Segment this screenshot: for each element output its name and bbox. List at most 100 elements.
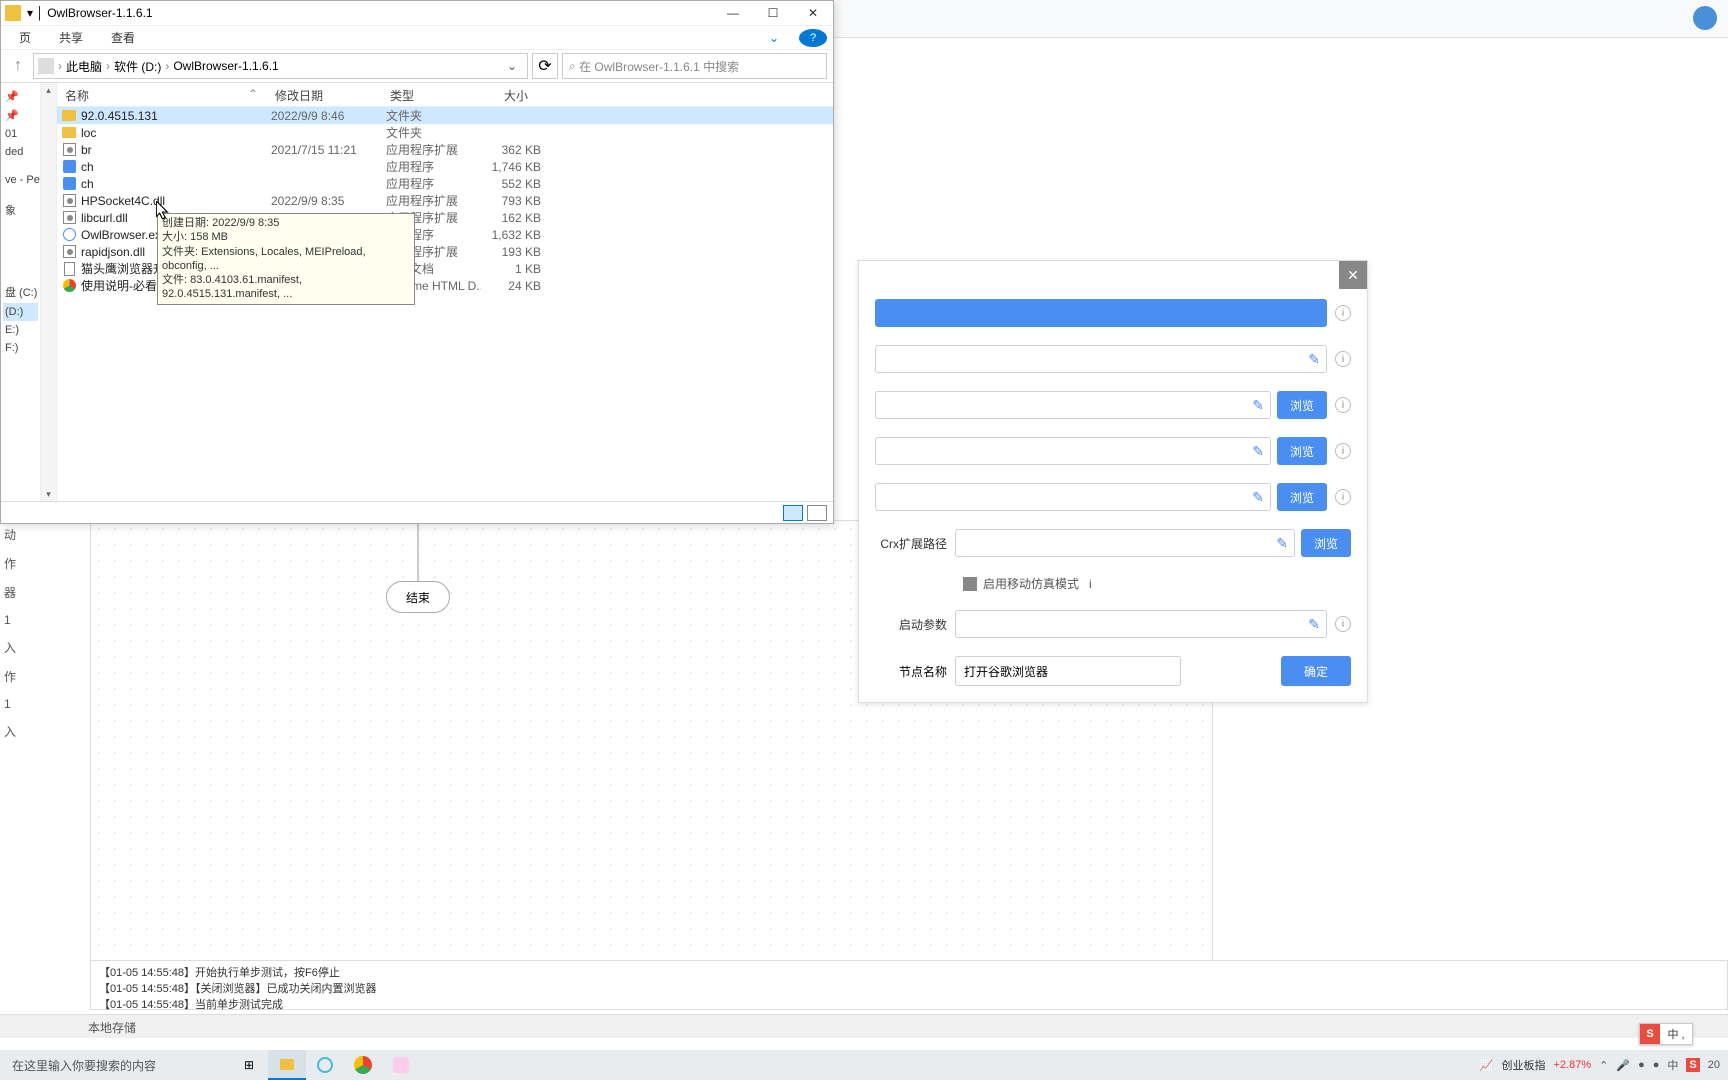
tray-ime-lang[interactable]: 中: [1667, 1057, 1678, 1073]
tree-item[interactable]: F:): [3, 339, 38, 357]
search-placeholder: 在 OwlBrowser-1.1.6.1 中搜索: [579, 58, 739, 75]
task-view-icon[interactable]: ⊞: [230, 1050, 268, 1080]
info-icon[interactable]: i: [1335, 397, 1351, 413]
property-input[interactable]: ✎: [875, 483, 1271, 511]
tree-item[interactable]: ve - Pers: [3, 171, 38, 189]
info-icon[interactable]: i: [1335, 489, 1351, 505]
browse-button[interactable]: 浏览: [1277, 437, 1327, 465]
header-type[interactable]: 类型: [382, 83, 477, 106]
file-row[interactable]: loc文件夹: [57, 124, 833, 141]
picker-icon[interactable]: ✎: [1252, 489, 1264, 506]
info-icon[interactable]: i: [1335, 616, 1351, 632]
path-dropdown-icon[interactable]: ⌄: [501, 59, 523, 73]
ribbon-tab-view[interactable]: 查看: [97, 25, 149, 50]
taskbar-explorer-icon[interactable]: [268, 1050, 306, 1080]
file-size: 1 KB: [481, 262, 541, 276]
explorer-statusbar: [1, 501, 833, 523]
address-bar[interactable]: › 此电脑 › 软件 (D:) › OwlBrowser-1.1.6.1 ⌄: [33, 53, 528, 79]
launch-params-input[interactable]: ✎: [955, 610, 1327, 638]
file-row[interactable]: br2021/7/15 11:21应用程序扩展362 KB: [57, 141, 833, 158]
crx-path-input[interactable]: ✎: [955, 529, 1295, 557]
tray-mic-icon[interactable]: 🎤: [1616, 1059, 1630, 1072]
file-row[interactable]: HPSocket4C.dll2022/9/9 8:35应用程序扩展793 KB: [57, 192, 833, 209]
ribbon-tab-share[interactable]: 共享: [45, 25, 97, 50]
scroll-down-icon[interactable]: ▾: [41, 487, 56, 501]
column-headers[interactable]: 名称 ⌃ 修改日期 类型 大小: [57, 83, 833, 107]
explorer-titlebar[interactable]: ▾ │ OwlBrowser-1.1.6.1 — ☐ ✕: [1, 1, 833, 25]
tree-item[interactable]: 盘 (C:): [3, 281, 38, 303]
nav-tree[interactable]: 📌 📌 01 ded ve - Pers 象 盘 (C:) (D:) E:) F…: [1, 83, 41, 501]
mobile-mode-checkbox[interactable]: [963, 577, 977, 591]
tray-sogou-icon[interactable]: S: [1686, 1058, 1699, 1072]
taskbar-app-icon[interactable]: [306, 1050, 344, 1080]
ime-indicator[interactable]: S 中 ,: [1639, 1023, 1693, 1045]
picker-icon[interactable]: ✎: [1252, 397, 1264, 414]
property-input[interactable]: ✎: [875, 437, 1271, 465]
scroll-up-icon[interactable]: ▴: [41, 83, 56, 97]
tray-time[interactable]: 20: [1708, 1059, 1720, 1071]
header-name[interactable]: 名称 ⌃: [57, 83, 267, 106]
tree-item[interactable]: 📌: [3, 106, 38, 125]
picker-icon[interactable]: ✎: [1308, 616, 1320, 633]
picker-icon[interactable]: ✎: [1308, 351, 1320, 368]
browse-button[interactable]: 浏览: [1277, 483, 1327, 511]
picker-icon[interactable]: ✎: [1276, 535, 1288, 552]
property-input-highlighted[interactable]: [875, 299, 1327, 327]
picker-icon[interactable]: ✎: [1252, 443, 1264, 460]
user-avatar-icon[interactable]: [1693, 6, 1717, 30]
tray-icon[interactable]: ●: [1638, 1059, 1645, 1071]
tree-item[interactable]: 📌: [3, 87, 38, 106]
stock-name: 创业板指: [1502, 1057, 1546, 1073]
file-row[interactable]: 92.0.4515.1312022/9/9 8:46文件夹: [57, 107, 833, 124]
folder-tooltip: 创建日期: 2022/9/9 8:35 大小: 158 MB 文件夹: Exte…: [157, 213, 415, 305]
tray-chevron-icon[interactable]: ⌃: [1599, 1059, 1608, 1072]
breadcrumb-pc[interactable]: 此电脑: [62, 58, 106, 75]
details-view-button[interactable]: [783, 505, 803, 521]
node-name-input[interactable]: [955, 656, 1181, 686]
tree-item[interactable]: 象: [3, 199, 38, 221]
tree-item[interactable]: ded: [3, 143, 38, 161]
browse-button[interactable]: 浏览: [1301, 529, 1351, 557]
tray-icon[interactable]: ●: [1653, 1059, 1660, 1071]
tree-item[interactable]: 01: [3, 125, 38, 143]
close-button[interactable]: ✕: [793, 1, 833, 25]
file-row[interactable]: ch应用程序1,746 KB: [57, 158, 833, 175]
breadcrumb-folder[interactable]: OwlBrowser-1.1.6.1: [169, 59, 282, 73]
header-size[interactable]: 大小: [477, 83, 537, 106]
tree-item[interactable]: (D:): [3, 303, 38, 321]
info-icon[interactable]: i: [1335, 305, 1351, 321]
header-date[interactable]: 修改日期: [267, 83, 382, 106]
icons-view-button[interactable]: [807, 505, 827, 521]
panel-close-button[interactable]: ✕: [1339, 261, 1367, 289]
refresh-button[interactable]: ⟳: [532, 53, 558, 79]
system-tray[interactable]: 📈 创业板指 +2.87% ⌃ 🎤 ● ● 中 S 20: [1472, 1057, 1728, 1073]
info-icon[interactable]: i: [1335, 443, 1351, 459]
taskbar-app-icon[interactable]: [382, 1050, 420, 1080]
bg-left-sidebar: 动 作 器 1 入 作 1 入: [0, 520, 40, 746]
search-box[interactable]: ⌕ 在 OwlBrowser-1.1.6.1 中搜索: [562, 53, 827, 79]
minimize-button[interactable]: —: [713, 1, 753, 25]
info-icon[interactable]: i: [1335, 351, 1351, 367]
help-icon[interactable]: ?: [799, 29, 827, 47]
ribbon-expand-icon[interactable]: ⌄: [755, 27, 793, 49]
sidebar-fragment: 1: [0, 691, 40, 717]
confirm-button[interactable]: 确定: [1281, 656, 1351, 686]
file-name: ch: [81, 177, 271, 191]
nav-up-button[interactable]: ↑: [7, 55, 29, 77]
taskbar-chrome-icon[interactable]: [344, 1050, 382, 1080]
browse-button[interactable]: 浏览: [1277, 391, 1327, 419]
property-input[interactable]: ✎: [875, 345, 1327, 373]
tree-item[interactable]: E:): [3, 321, 38, 339]
maximize-button[interactable]: ☐: [753, 1, 793, 25]
search-icon: ⌕: [569, 59, 576, 74]
file-row[interactable]: ch应用程序552 KB: [57, 175, 833, 192]
flow-end-node[interactable]: 结束: [386, 581, 450, 613]
taskbar-search[interactable]: 在这里输入你要搜索的内容: [0, 1050, 230, 1080]
ribbon-tab-home[interactable]: 页: [5, 25, 45, 50]
breadcrumb-drive[interactable]: 软件 (D:): [110, 58, 165, 75]
tree-scrollbar[interactable]: ▴ ▾: [41, 83, 57, 501]
info-icon[interactable]: i: [1089, 577, 1092, 591]
bg-statusbar: 本地存储: [0, 1014, 1728, 1038]
property-input[interactable]: ✎: [875, 391, 1271, 419]
file-type: 应用程序: [386, 175, 481, 192]
